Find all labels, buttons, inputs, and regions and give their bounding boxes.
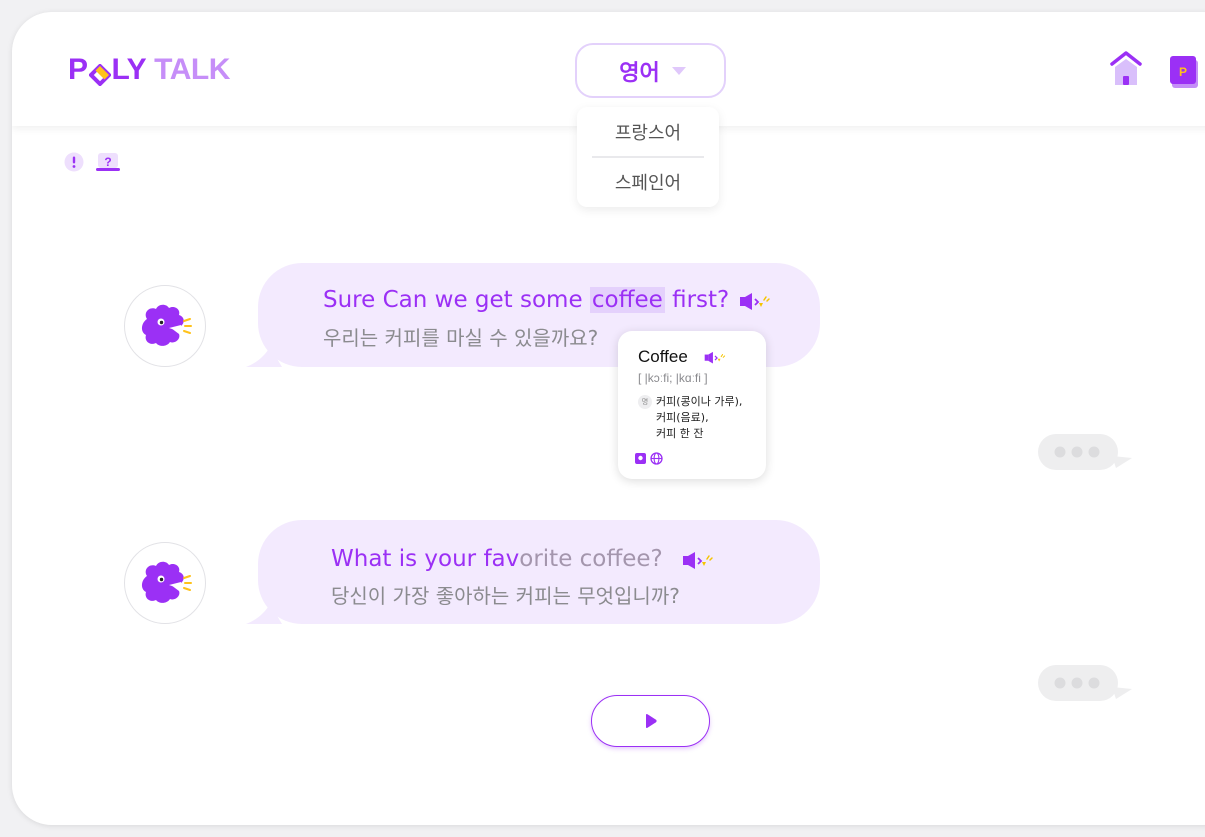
message-english-unread: orite coffee? — [519, 546, 663, 572]
chevron-down-icon — [671, 66, 686, 75]
dictionary-pronunciation: [ |kɔːfi; |kɑːfi ] — [638, 371, 708, 385]
definition-line: 커피(콩이나 가루), — [656, 395, 743, 408]
tool-icons: ? — [64, 152, 120, 172]
help-icon[interactable]: ? — [96, 152, 120, 172]
language-dropdown-menu: 프랑스어 스페인어 — [577, 107, 719, 207]
definition-line: 커피 한 잔 — [656, 427, 704, 440]
logo-letters-ly: LY — [111, 53, 147, 86]
typing-indicator — [1038, 434, 1132, 470]
dictionary-definitions: 커피(콩이나 가루), 커피(음료), 커피 한 잔 — [656, 394, 742, 442]
message-korean-translation: 우리는 커피를 마실 수 있을까요? — [323, 326, 599, 350]
message-bubble: What is your favorite coffee? 당신이 가장 좋아하… — [246, 520, 820, 624]
logo-letter-p: P — [68, 53, 88, 86]
vocabulary-book-icon[interactable]: P — [1169, 54, 1199, 90]
alert-icon[interactable] — [64, 152, 84, 172]
logo-word-talk: TALK — [154, 53, 230, 86]
typing-indicator — [1038, 665, 1132, 701]
speaker-icon[interactable] — [739, 292, 771, 312]
message-english-part: Sure Can we get some — [323, 287, 590, 313]
language-option-spanish[interactable]: 스페인어 — [577, 158, 719, 207]
message-korean-translation: 당신이 가장 좋아하는 커피는 무엇입니까? — [331, 584, 680, 608]
play-icon — [645, 714, 657, 728]
speaking-character-icon — [141, 561, 192, 603]
dictionary-popup: Coffee [ |kɔːfi; |kɑːfi ] 명 커피(콩이나 가루), … — [618, 331, 766, 479]
language-selected-value: 영어 — [619, 60, 660, 86]
polytalk-logo[interactable]: P LY TALK — [68, 52, 230, 88]
bot-avatar — [124, 542, 206, 624]
part-of-speech-badge: 명 — [638, 395, 652, 409]
highlighted-word[interactable]: coffee — [589, 287, 665, 313]
save-word-icon[interactable] — [634, 450, 647, 464]
bot-avatar — [124, 285, 206, 367]
speaker-icon[interactable] — [704, 350, 726, 364]
home-icon[interactable] — [1108, 50, 1144, 88]
message-english-read: What is your fav — [331, 546, 520, 572]
message-english-text: What is your favorite coffee? — [331, 546, 663, 572]
definition-line: 커피(음료), — [656, 411, 709, 424]
language-option-french[interactable]: 프랑스어 — [577, 107, 719, 156]
dictionary-word: Coffee — [638, 347, 688, 366]
svg-text:P: P — [1179, 65, 1187, 79]
logo-diamond-icon — [87, 59, 112, 87]
play-button[interactable] — [591, 695, 710, 747]
app-window: P LY TALK 영어 P 프랑스어 스페인어 ? Sure Can we g… — [12, 12, 1205, 825]
language-select[interactable]: 영어 — [575, 43, 726, 98]
svg-text:?: ? — [104, 155, 111, 169]
message-english-text: Sure Can we get some coffee first? — [323, 287, 729, 313]
speaker-icon[interactable] — [682, 551, 714, 571]
speaking-character-icon — [141, 304, 192, 346]
globe-icon[interactable] — [650, 450, 663, 465]
message-english-part: first? — [664, 287, 730, 313]
